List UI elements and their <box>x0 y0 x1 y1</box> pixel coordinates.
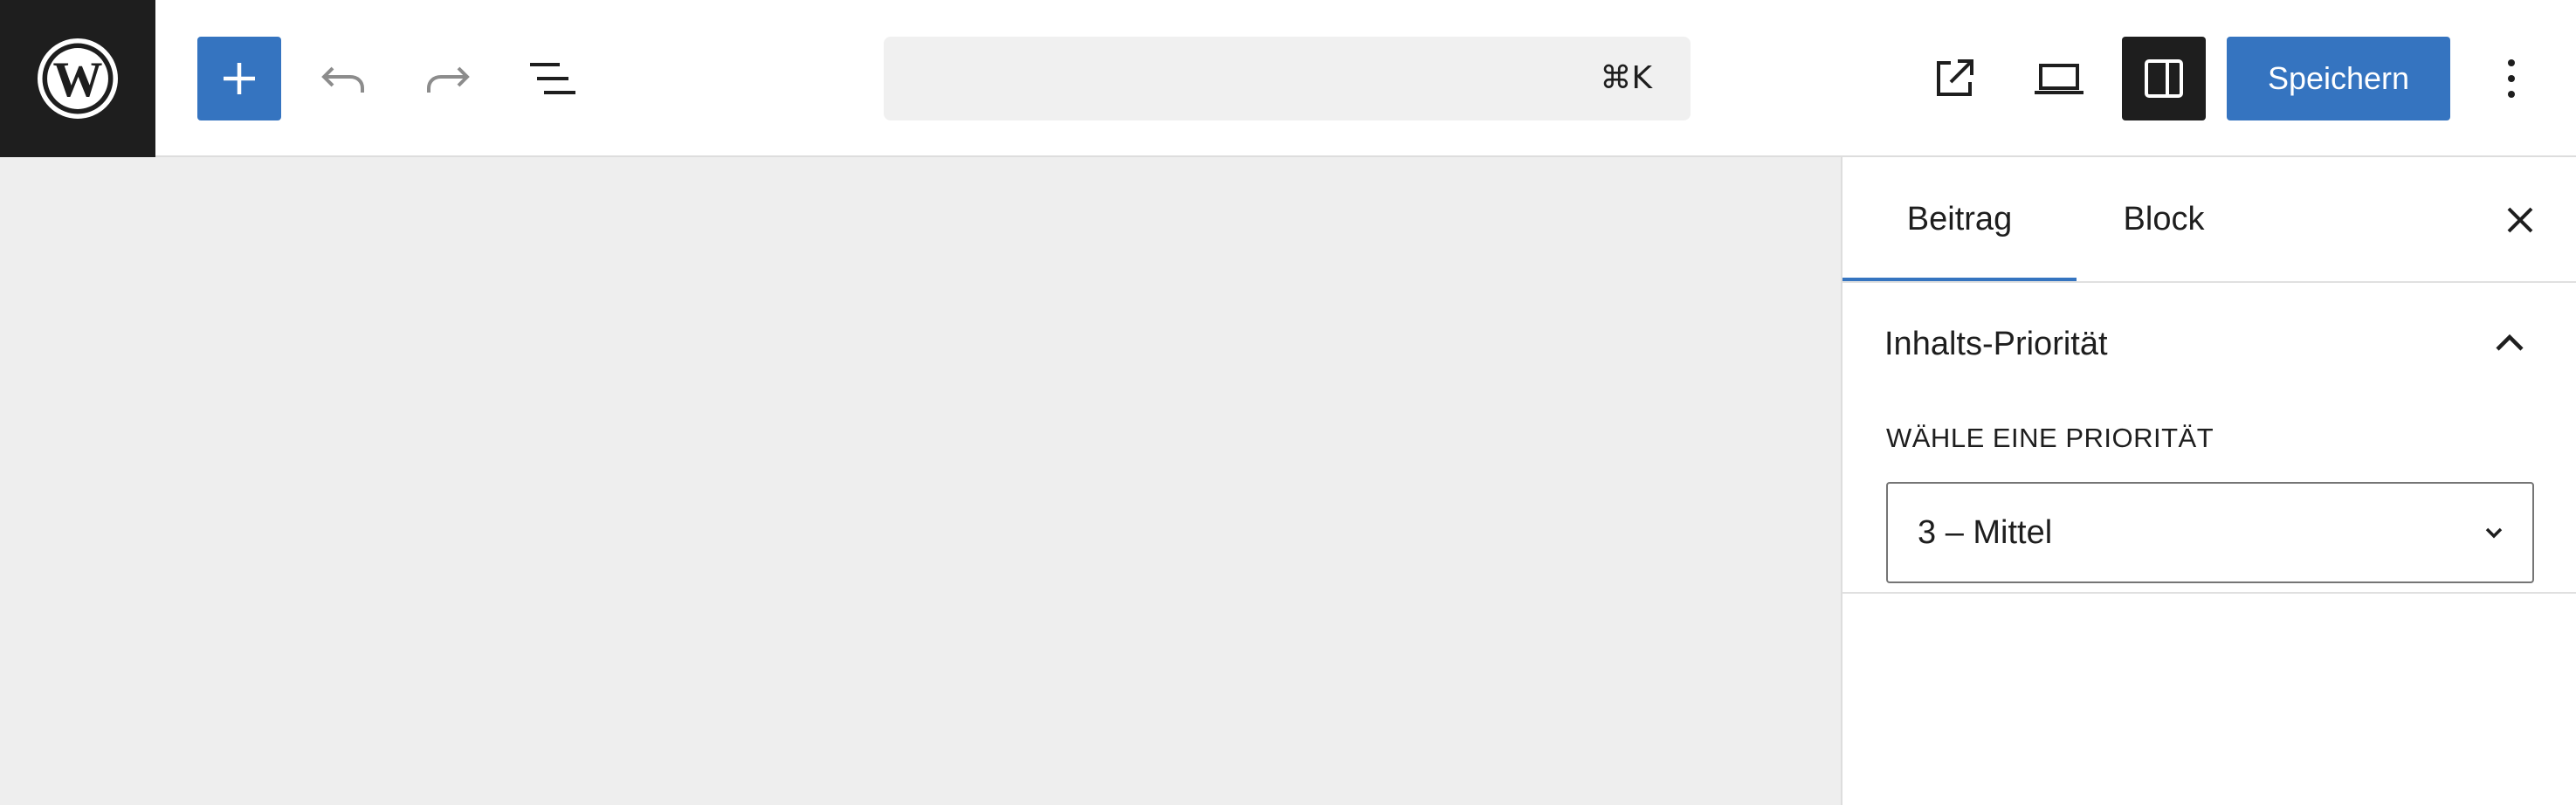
save-button[interactable]: Speichern <box>2227 37 2450 120</box>
undo-icon <box>321 66 364 93</box>
document-overview-button[interactable] <box>513 37 592 120</box>
tab-block[interactable]: Block <box>2077 157 2251 281</box>
tab-post[interactable]: Beitrag <box>1842 157 2077 281</box>
svg-text:W: W <box>52 52 102 107</box>
external-link-icon <box>1937 59 1973 96</box>
redo-button[interactable] <box>409 37 487 120</box>
editor-canvas[interactable] <box>0 157 1841 805</box>
priority-field-label: WÄHLE EINE PRIORITÄT <box>1886 423 2214 453</box>
priority-selected-value: 3 – Mittel <box>1918 514 2053 551</box>
desktop-preview-icon <box>2035 64 2084 94</box>
settings-sidebar-toggle[interactable] <box>2122 37 2206 120</box>
wordpress-logo-icon: W <box>38 38 118 119</box>
chevron-down-icon <box>2485 527 2503 539</box>
sidebar-toggle-icon <box>2145 59 2183 98</box>
wordpress-logo-button[interactable]: W <box>0 0 155 157</box>
editor-header: W ⌘K Speichern <box>0 0 2576 157</box>
content-priority-panel: Inhalts-Priorität WÄHLE EINE PRIORITÄT 3… <box>1842 283 2576 594</box>
command-palette-search[interactable]: ⌘K <box>884 37 1691 120</box>
options-menu-button[interactable] <box>2476 37 2546 120</box>
priority-select[interactable]: 3 – Mittel <box>1886 482 2534 583</box>
plus-icon <box>224 63 255 94</box>
close-icon <box>2507 207 2533 233</box>
close-sidebar-button[interactable] <box>2482 182 2559 258</box>
redo-icon <box>427 66 470 93</box>
sidebar-tab-bar: Beitrag Block <box>1842 157 2576 283</box>
panel-title: Inhalts-Priorität <box>1884 326 2108 362</box>
chevron-up-icon <box>2496 334 2524 351</box>
view-post-button[interactable] <box>1912 37 1996 120</box>
keyboard-shortcut-hint: ⌘K <box>1600 60 1652 96</box>
add-block-button[interactable] <box>197 37 281 120</box>
list-view-icon <box>530 63 575 94</box>
settings-sidebar: Beitrag Block Inhalts-Priorität WÄHLE EI… <box>1841 157 2576 805</box>
undo-button[interactable] <box>304 37 382 120</box>
more-vertical-icon <box>2508 59 2515 98</box>
panel-toggle[interactable]: Inhalts-Priorität <box>1842 283 2576 405</box>
preview-button[interactable] <box>2017 37 2101 120</box>
